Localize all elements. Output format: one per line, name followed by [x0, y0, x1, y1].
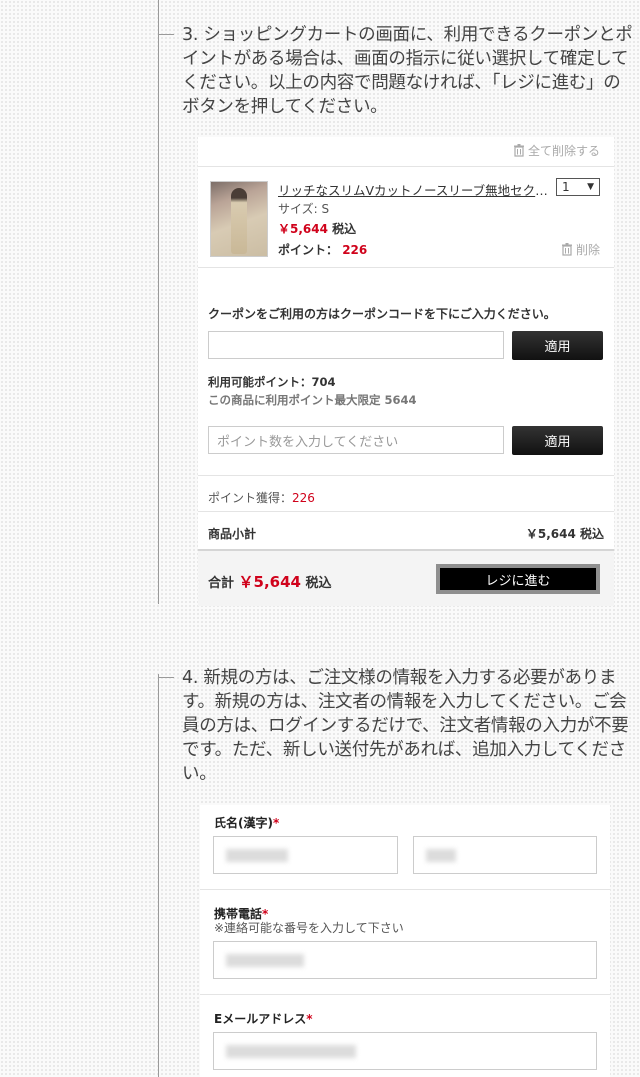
- timeline-tick-step3: [158, 34, 174, 35]
- coupon-instructions: クーポンをご利用の方はクーポンコードを下にご入力ください。: [208, 307, 556, 321]
- timeline-tick-step4: [158, 677, 174, 678]
- price-amount: ￥5,644: [278, 222, 328, 236]
- total-tax-label: 税込: [305, 576, 332, 591]
- divider: [198, 166, 614, 167]
- points-label: ポイント：: [278, 243, 339, 257]
- phone-note: ※連絡可能な番号を入力して下さい: [214, 921, 404, 935]
- delete-label: 削除: [575, 243, 600, 257]
- step4-instructions: 4. 新規の方は、ご注文様の情報を入力する必要があります。新規の方は、注文者の情…: [182, 668, 629, 784]
- first-name-input[interactable]: [413, 836, 597, 874]
- divider: [198, 475, 614, 476]
- points-input[interactable]: ポイント数を入力してください: [208, 426, 504, 454]
- divider: [198, 267, 614, 268]
- blurred-value: [426, 849, 456, 862]
- phone-input[interactable]: [213, 941, 597, 979]
- available-points: 利用可能ポイント：704: [208, 375, 336, 389]
- product-name-link[interactable]: リッチなスリムVカットノースリーブ無地セクシー: [278, 180, 552, 199]
- required-mark: *: [272, 816, 280, 830]
- points-earned: ポイント獲得：226: [208, 489, 315, 506]
- points-apply-button[interactable]: 適用: [512, 426, 603, 455]
- total-bar: 合計 ￥5,644 税込 レジに進む: [198, 549, 614, 606]
- price-tax-label: 税込: [332, 222, 357, 236]
- timeline-line-top: [158, 0, 159, 604]
- earn-label: ポイント獲得：: [208, 491, 293, 505]
- customer-info-form: 氏名(漢字)* 携帯電話* ※連絡可能な番号を入力して下さい Eメールアドレス*: [200, 805, 610, 1077]
- name-label-text: 氏名(漢字): [214, 816, 273, 830]
- name-label: 氏名(漢字)*: [214, 814, 279, 831]
- product-size: サイズ: S: [278, 202, 330, 216]
- quantity-select[interactable]: 1 ▼: [556, 178, 600, 196]
- timeline-line-bottom: [158, 674, 159, 1077]
- total-amount: ￥5,644: [238, 573, 301, 591]
- shopping-cart-panel: 全て削除する リッチなスリムVカットノースリーブ無地セクシー 1 ▼ サイズ: …: [198, 137, 614, 606]
- required-mark: *: [306, 1012, 313, 1026]
- delete-all-button[interactable]: 全て削除する: [513, 142, 600, 159]
- last-name-input[interactable]: [213, 836, 398, 874]
- dropdown-arrow-icon: ▼: [587, 182, 594, 192]
- coupon-apply-button[interactable]: 適用: [512, 331, 603, 360]
- email-label: Eメールアドレス*: [214, 1010, 312, 1027]
- email-label-text: Eメールアドレス: [214, 1012, 307, 1026]
- blurred-value: [226, 954, 304, 967]
- divider: [198, 511, 614, 512]
- email-input[interactable]: [213, 1032, 597, 1070]
- max-points-limit: この商品に利用ポイント最大限定 5644: [208, 393, 417, 407]
- blurred-value: [226, 1045, 356, 1058]
- coupon-code-input[interactable]: [208, 331, 504, 359]
- divider: [200, 994, 610, 995]
- total-label: 合計: [208, 576, 235, 591]
- trash-icon: [561, 243, 572, 256]
- product-points: ポイント： 226: [278, 241, 367, 258]
- checkout-button[interactable]: レジに進む: [436, 564, 600, 594]
- blurred-value: [226, 849, 288, 862]
- earn-value: 226: [292, 491, 315, 505]
- trash-icon: [513, 144, 524, 157]
- subtotal-value: ￥5,644 税込: [525, 527, 604, 541]
- quantity-value: 1: [562, 180, 570, 194]
- step3-instructions: 3. ショッピングカートの画面に、利用できるクーポンとポイントがある場合は、画面…: [182, 25, 633, 117]
- subtotal-label: 商品小計: [208, 527, 257, 541]
- product-thumbnail[interactable]: [210, 181, 268, 257]
- order-total: 合計 ￥5,644 税込: [208, 571, 332, 592]
- delete-all-label: 全て削除する: [527, 144, 600, 158]
- product-price: ￥5,644 税込: [278, 220, 356, 237]
- divider: [200, 889, 610, 890]
- points-value: 226: [342, 243, 368, 257]
- delete-item-button[interactable]: 削除: [561, 241, 600, 258]
